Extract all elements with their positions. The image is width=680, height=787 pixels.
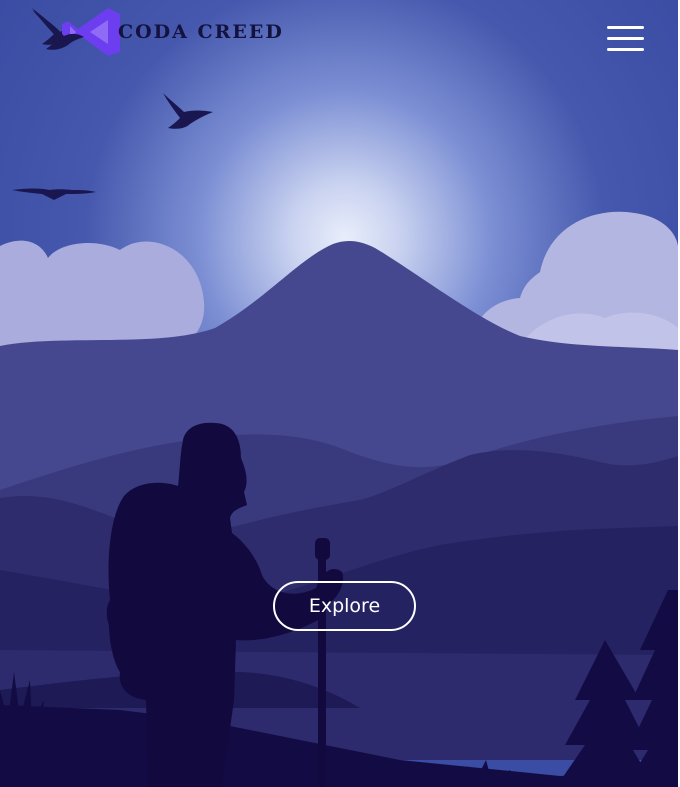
cloud-left	[0, 240, 205, 352]
hamburger-menu-icon	[606, 26, 644, 29]
hamburger-line	[606, 37, 644, 40]
hamburger-line	[606, 48, 644, 51]
vs-code-logo-icon	[32, 8, 120, 56]
explore-button[interactable]: Explore	[273, 581, 416, 631]
hamburger-menu-button[interactable]	[602, 26, 648, 58]
brand-name: CODA CREED	[118, 21, 284, 43]
brand-logo[interactable]: CODA CREED	[30, 4, 284, 56]
mountain-landscape-illustration	[0, 0, 678, 787]
hero-section: CODA CREED Explore	[0, 0, 678, 787]
